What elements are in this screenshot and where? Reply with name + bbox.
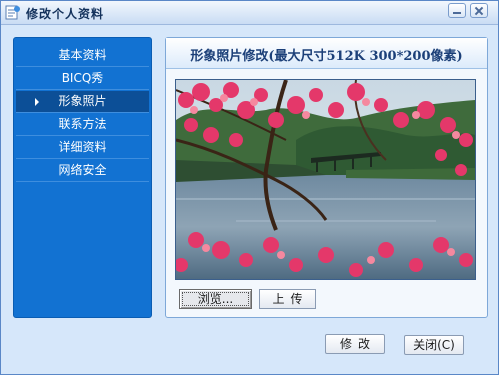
panel-header: 形象照片修改(最大尺寸512K 300*200像素) [166, 38, 487, 69]
sidebar-item-label: BICQ秀 [61, 71, 104, 85]
selected-arrow-icon [35, 98, 39, 106]
sidebar-item-label: 详细资料 [58, 140, 107, 154]
sidebar-item-label: 联系方法 [58, 117, 107, 131]
photo-panel: 形象照片修改(最大尺寸512K 300*200像素) 浏览... 上传 [165, 37, 488, 318]
sidebar-nav: 基本资料 BICQ秀 形象照片 联系方法 详细资料 网络安全 [13, 37, 152, 318]
sidebar-item-bicq-show[interactable]: BICQ秀 [16, 68, 149, 90]
sidebar-item-basic-info[interactable]: 基本资料 [16, 45, 149, 67]
sidebar-item-contact[interactable]: 联系方法 [16, 114, 149, 136]
close-icon[interactable] [470, 3, 488, 18]
profile-photo [175, 79, 476, 280]
sidebar-item-label: 网络安全 [58, 163, 107, 177]
sidebar-item-photo[interactable]: 形象照片 [16, 91, 149, 113]
window-title: 修改个人资料 [26, 7, 105, 21]
sidebar-item-security[interactable]: 网络安全 [16, 160, 149, 182]
title-bar[interactable]: 修改个人资料 [1, 1, 498, 25]
browse-button[interactable]: 浏览... [179, 289, 252, 309]
panel-title: 形象照片修改(最大尺寸512K 300*200像素) [190, 49, 463, 64]
modify-button[interactable]: 修改 [325, 334, 385, 354]
minimize-icon[interactable] [448, 3, 466, 18]
close-button[interactable]: 关闭(C) [404, 335, 464, 355]
upload-button[interactable]: 上传 [259, 289, 316, 309]
sidebar-item-details[interactable]: 详细资料 [16, 137, 149, 159]
sidebar-item-label: 形象照片 [58, 94, 107, 108]
sidebar-item-label: 基本资料 [58, 48, 107, 62]
profile-dialog: 修改个人资料 基本资料 BICQ秀 形象照片 联系方法 详细资料 网络安全 形象… [0, 0, 499, 375]
user-profile-icon [5, 5, 20, 20]
